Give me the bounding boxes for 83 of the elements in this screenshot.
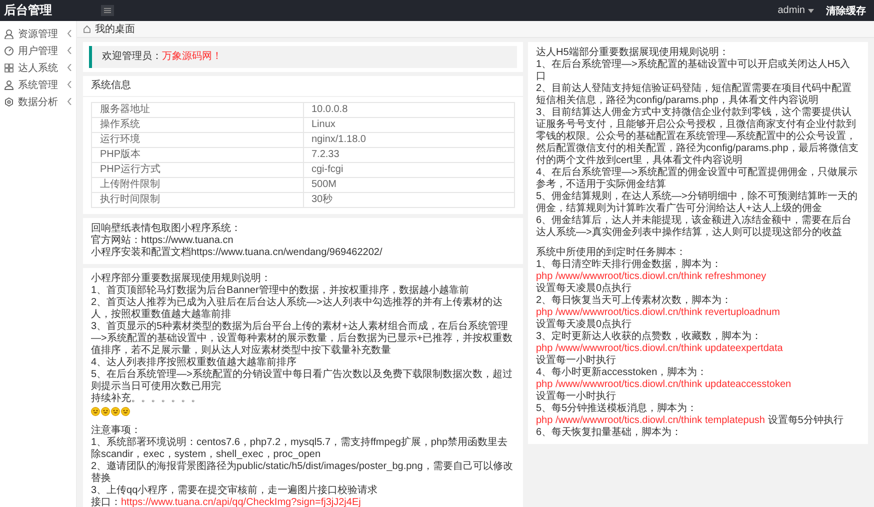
command-text: php /www/wwwroot/tics.diowl.cn/think templatepush <box>536 415 765 426</box>
info-text: 6、每天恢复扣量基础，脚本为： <box>536 427 683 439</box>
command-text: php /www/wwwroot/tics.diowl.cn/think updateaccesstoken <box>536 379 792 390</box>
table-cell: PHP运行方式 <box>92 162 303 178</box>
info-text: 5、在后台系统管理—>系统配置的分销设置中每日看广告次数以及免费下载限制数据次数，超过则提示当日可使用次数已用完 <box>91 369 514 392</box>
info-text: 达人H5端部分重要数据展现使用规则说明： <box>536 47 730 58</box>
info-text: 1、在后台系统管理—>系统配置的基础设置中可以开启或关闭达人H5入口 <box>536 59 852 82</box>
note-text: 设置每天凌晨0点执行 <box>536 283 632 294</box>
table-cell: 运行环境 <box>92 132 303 148</box>
info-text: 2、邀请团队的海报背景图路径为public/static/h5/dist/images/poster_bg.png，需要自己可以修改替换 <box>91 461 514 484</box>
table-cell: nginx/1.18.0 <box>303 132 514 148</box>
users-icon <box>4 80 14 90</box>
note-text: 设置每一小时执行 <box>536 355 616 366</box>
smiley-icon <box>121 406 130 416</box>
table-cell: Linux <box>303 118 514 132</box>
info-text: 3、上传qq小程序，需要在提交审核前，走一遍图片接口校验请求 <box>91 485 379 496</box>
table-cell: 500M <box>303 178 514 192</box>
table-cell: 7.2.33 <box>303 148 514 162</box>
table-cell: PHP版本 <box>92 148 303 162</box>
sidebar-item[interactable]: 系统管理 <box>0 76 76 93</box>
note-text: 设置每5分钟执行 <box>768 415 844 426</box>
chevron-left-icon <box>67 30 72 37</box>
sidebar-item[interactable]: 达人系统 <box>0 59 76 76</box>
note-text: 设置每天凌晨0点执行 <box>536 319 632 330</box>
table-cell: 30秒 <box>303 192 514 208</box>
info-text: 4、在后台系统管理—>系统配置的佣金设置中可配置提佣佣金，只做展示参考，不适用于实际佣金结算 <box>536 167 858 190</box>
chevron-left-icon <box>67 81 72 88</box>
sidebar-item[interactable]: 资源管理 <box>0 25 76 42</box>
grid-icon <box>4 62 14 72</box>
clear-cache-link[interactable]: 清除缓存 <box>826 4 866 18</box>
chevron-left-icon <box>67 98 72 105</box>
sidebar-item[interactable]: 用户管理 <box>0 42 76 59</box>
table-cell: 执行时间限制 <box>92 192 303 208</box>
gear-icon <box>4 96 14 106</box>
home-icon <box>83 25 91 33</box>
info-text: 5、佣金结算规则，在达人系统—>分销明细中，除不可预测结算昨一天的佣金，结算规则为计算昨次看广告可分润给达人+达人上级的佣金 <box>536 191 858 214</box>
info-text: 4、每小时更新accesstoken，脚本为： <box>536 367 708 379</box>
chevron-left-icon <box>67 64 72 71</box>
smiley-icon <box>101 406 110 416</box>
info-text: 持续补充。。。。。。。 <box>91 393 202 405</box>
sidebar-item[interactable]: 数据分析 <box>0 93 76 110</box>
info-text: 接口：https://www.tuana.cn/api/qq/CheckImg?sign=fj3jJ2j4Ej <box>91 497 362 507</box>
command-text: php /www/wwwroot/tics.diowl.cn/think revertuploadnum <box>536 307 780 318</box>
dial-icon <box>4 46 14 56</box>
info-text: 2、目前达人登陆支持短信验证码登陆，短信配置需要在项目代码中配置短信相关信息，路径为config/params.php，具体看文件内容说明 <box>536 83 853 106</box>
table-cell: cgi-fcgi <box>303 162 514 178</box>
smiley-icon <box>91 406 100 416</box>
user-icon <box>4 28 14 38</box>
info-text: 1、首页顶部轮马灯数据为后台Banner管理中的数据，并按权重排序，数据越小越靠前 <box>91 285 470 296</box>
command-text: php /www/wwwroot/tics.diowl.cn/think updateexpertdata <box>536 343 783 354</box>
panel-title: 系统信息 <box>83 76 523 97</box>
welcome-message: 欢迎管理员：万象源码网！ <box>89 46 517 68</box>
user-menu[interactable]: admin <box>778 5 814 16</box>
menu-icon <box>104 8 111 13</box>
info-text: 小程序部分重要数据展现使用规则说明： <box>91 273 272 284</box>
info-text: 4、达人列表排序按照权重数值越大越靠前排序 <box>91 357 298 368</box>
table-cell: 上传附件限制 <box>92 178 303 192</box>
command-text: php /www/wwwroot/tics.diowl.cn/think refreshmoney <box>536 271 766 282</box>
breadcrumb-item[interactable]: 我的桌面 <box>95 22 135 36</box>
info-text: 回响壁纸表情包取图小程序系统： <box>91 223 242 234</box>
caret-icon <box>808 8 814 12</box>
logo: 后台管理 <box>3 2 53 19</box>
smiley-icon <box>111 406 120 416</box>
info-text: 2、首页达人推荐为已成为入驻后在后台达人系统—>达人列表中勾选推荐的并有上传素材的达人，按照权重数值越大越靠前排 <box>91 297 504 320</box>
info-text: 5、每5分钟推送模板消息，脚本为： <box>536 403 698 415</box>
link[interactable]: https://www.tuana.cn/api/qq/CheckImg?sign=fj3jJ2j4Ej <box>121 497 361 507</box>
info-text: 1、每日清空昨天排行佣金数据，脚本为： <box>536 259 723 271</box>
chevron-left-icon <box>67 47 72 54</box>
info-text: 6、佣金结算后，达人并未能提现，该金额进入冻结金额中，需要在后台达人系统—>真实佣金列表中操作结算，达人则可以提现这部分的收益 <box>536 215 853 239</box>
info-text: 小程序安装和配置文档https://www.tuana.cn/wendang/969462202/ <box>91 247 384 259</box>
info-text: 3、首页显示的5种素材类型的数据为后台平台上传的素材+达人素材组合而成，在后台系统管理—>系统配置的基础设置中，设置每种素材的展示数量，后台数据为已显示+已推荐，并按权重数值排序，若不足展示量，则从达人对应素材类型中按下载量补充数量 <box>91 321 514 356</box>
table-cell: 操作系统 <box>92 118 303 132</box>
info-text: 系统中所使用的到定时任务脚本： <box>536 247 687 258</box>
table-cell: 10.0.0.8 <box>303 102 514 118</box>
info-text: 注意事项： <box>91 425 142 436</box>
info-text: 官方网站：https://www.tuana.cn <box>91 235 234 246</box>
info-text: 3、目前结算达人佣金方式中支持微信企业付款到零钱，这个需要提供认证服务号号支付，且能够开启公众号授权，且微信商家支付有企业付款到零钱的权限。公众号的基础配置在系统管理—系统配置中的公众号设置，然后配置微信支付的相关配置，路径为config/params.php，最后将微信支付的两个文件放到cert里，具体看文件内容说明 <box>536 107 860 166</box>
info-text: 3、定时更新达人收获的点赞数，收藏数，脚本为： <box>536 331 763 343</box>
menu-toggle-button[interactable] <box>101 5 114 16</box>
info-text: 2、每日恢复当天可上传素材次数，脚本为： <box>536 295 733 307</box>
note-text: 设置每一小时执行 <box>536 391 616 402</box>
table-cell: 服务器地址 <box>92 102 303 118</box>
info-text: 1、系统部署环境说明：centos7.6，php7.2，mysql5.7，需支持ffmpeg扩展，php禁用函数里去除scandir，exec，system，shell_exec，proc_open <box>91 437 509 460</box>
